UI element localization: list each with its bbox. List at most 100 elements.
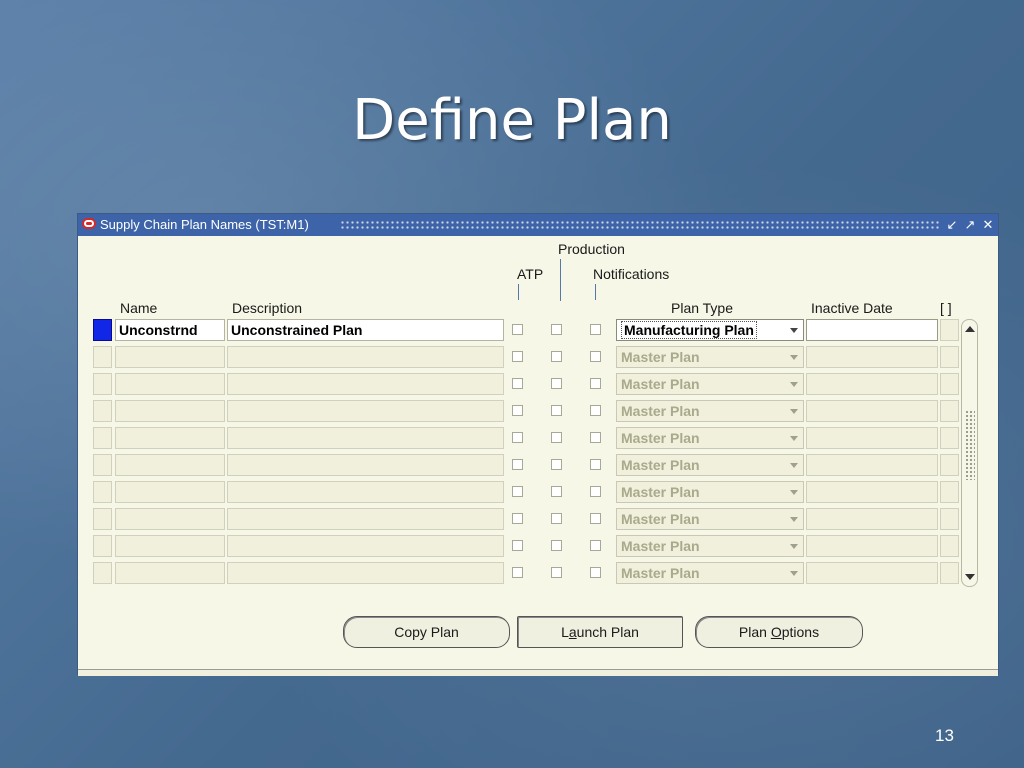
record-indicator[interactable] xyxy=(93,400,112,422)
atp-checkbox[interactable] xyxy=(512,378,523,389)
scroll-down-icon[interactable] xyxy=(965,574,975,580)
plan-description-field[interactable] xyxy=(227,562,504,584)
record-indicator[interactable] xyxy=(93,454,112,476)
production-checkbox[interactable] xyxy=(551,405,562,416)
inactive-date-field[interactable] xyxy=(806,454,938,476)
plan-name-field[interactable] xyxy=(115,427,225,449)
plan-type-select[interactable]: Master Plan xyxy=(616,454,804,476)
notifications-checkbox[interactable] xyxy=(590,324,601,335)
descriptive-flexfield[interactable] xyxy=(940,373,959,395)
production-checkbox[interactable] xyxy=(551,567,562,578)
plan-name-field[interactable] xyxy=(115,454,225,476)
inactive-date-field[interactable] xyxy=(806,535,938,557)
chevron-down-icon[interactable] xyxy=(790,382,798,387)
record-indicator[interactable] xyxy=(93,346,112,368)
production-checkbox[interactable] xyxy=(551,540,562,551)
notifications-checkbox[interactable] xyxy=(590,405,601,416)
chevron-down-icon[interactable] xyxy=(790,409,798,414)
record-indicator[interactable] xyxy=(93,562,112,584)
notifications-checkbox[interactable] xyxy=(590,567,601,578)
plan-name-field[interactable] xyxy=(115,508,225,530)
inactive-date-field[interactable] xyxy=(806,319,938,341)
plan-name-field[interactable]: Unconstrnd xyxy=(115,319,225,341)
atp-checkbox[interactable] xyxy=(512,351,523,362)
plan-description-field[interactable] xyxy=(227,400,504,422)
plan-type-select[interactable]: Master Plan xyxy=(616,481,804,503)
notifications-checkbox[interactable] xyxy=(590,378,601,389)
descriptive-flexfield[interactable] xyxy=(940,562,959,584)
plan-type-select[interactable]: Master Plan xyxy=(616,427,804,449)
plan-name-field[interactable] xyxy=(115,346,225,368)
inactive-date-field[interactable] xyxy=(806,508,938,530)
plan-description-field[interactable]: Unconstrained Plan xyxy=(227,319,504,341)
chevron-down-icon[interactable] xyxy=(790,571,798,576)
inactive-date-field[interactable] xyxy=(806,346,938,368)
scroll-up-icon[interactable] xyxy=(965,326,975,332)
notifications-checkbox[interactable] xyxy=(590,540,601,551)
chevron-down-icon[interactable] xyxy=(790,544,798,549)
inactive-date-field[interactable] xyxy=(806,562,938,584)
record-indicator[interactable] xyxy=(93,427,112,449)
plan-description-field[interactable] xyxy=(227,535,504,557)
plan-options-button[interactable]: Plan Options xyxy=(695,616,863,648)
descriptive-flexfield[interactable] xyxy=(940,319,959,341)
plan-description-field[interactable] xyxy=(227,481,504,503)
atp-checkbox[interactable] xyxy=(512,513,523,524)
production-checkbox[interactable] xyxy=(551,486,562,497)
atp-checkbox[interactable] xyxy=(512,567,523,578)
record-indicator[interactable] xyxy=(93,508,112,530)
plan-type-select[interactable]: Master Plan xyxy=(616,346,804,368)
plan-name-field[interactable] xyxy=(115,562,225,584)
chevron-down-icon[interactable] xyxy=(790,517,798,522)
plan-type-select[interactable]: Master Plan xyxy=(616,562,804,584)
plan-name-field[interactable] xyxy=(115,535,225,557)
atp-checkbox[interactable] xyxy=(512,540,523,551)
chevron-down-icon[interactable] xyxy=(790,328,798,333)
chevron-down-icon[interactable] xyxy=(790,355,798,360)
plan-description-field[interactable] xyxy=(227,427,504,449)
record-indicator[interactable] xyxy=(93,373,112,395)
vertical-scrollbar[interactable] xyxy=(961,319,978,587)
descriptive-flexfield[interactable] xyxy=(940,346,959,368)
minimize-icon[interactable]: ↙ xyxy=(944,216,960,233)
plan-name-field[interactable] xyxy=(115,373,225,395)
launch-plan-button[interactable]: Launch Plan xyxy=(517,616,683,648)
plan-description-field[interactable] xyxy=(227,346,504,368)
descriptive-flexfield[interactable] xyxy=(940,454,959,476)
record-indicator[interactable] xyxy=(93,481,112,503)
plan-description-field[interactable] xyxy=(227,508,504,530)
plan-type-select[interactable]: Master Plan xyxy=(616,508,804,530)
plan-type-select[interactable]: Manufacturing Plan xyxy=(616,319,804,341)
window-titlebar[interactable]: Supply Chain Plan Names (TST:M1) ↙ ↗ ✕ xyxy=(78,214,998,236)
plan-name-field[interactable] xyxy=(115,400,225,422)
descriptive-flexfield[interactable] xyxy=(940,427,959,449)
plan-type-select[interactable]: Master Plan xyxy=(616,373,804,395)
notifications-checkbox[interactable] xyxy=(590,459,601,470)
inactive-date-field[interactable] xyxy=(806,400,938,422)
scroll-thumb[interactable] xyxy=(965,410,975,480)
descriptive-flexfield[interactable] xyxy=(940,481,959,503)
production-checkbox[interactable] xyxy=(551,459,562,470)
production-checkbox[interactable] xyxy=(551,513,562,524)
production-checkbox[interactable] xyxy=(551,351,562,362)
production-checkbox[interactable] xyxy=(551,324,562,335)
record-indicator[interactable] xyxy=(93,319,112,341)
inactive-date-field[interactable] xyxy=(806,373,938,395)
record-indicator[interactable] xyxy=(93,535,112,557)
atp-checkbox[interactable] xyxy=(512,486,523,497)
production-checkbox[interactable] xyxy=(551,378,562,389)
atp-checkbox[interactable] xyxy=(512,432,523,443)
production-checkbox[interactable] xyxy=(551,432,562,443)
plan-description-field[interactable] xyxy=(227,373,504,395)
chevron-down-icon[interactable] xyxy=(790,490,798,495)
descriptive-flexfield[interactable] xyxy=(940,400,959,422)
inactive-date-field[interactable] xyxy=(806,481,938,503)
notifications-checkbox[interactable] xyxy=(590,351,601,362)
close-icon[interactable]: ✕ xyxy=(980,216,996,233)
copy-plan-button[interactable]: Copy Plan xyxy=(343,616,510,648)
plan-name-field[interactable] xyxy=(115,481,225,503)
notifications-checkbox[interactable] xyxy=(590,513,601,524)
plan-type-select[interactable]: Master Plan xyxy=(616,400,804,422)
descriptive-flexfield[interactable] xyxy=(940,535,959,557)
chevron-down-icon[interactable] xyxy=(790,463,798,468)
